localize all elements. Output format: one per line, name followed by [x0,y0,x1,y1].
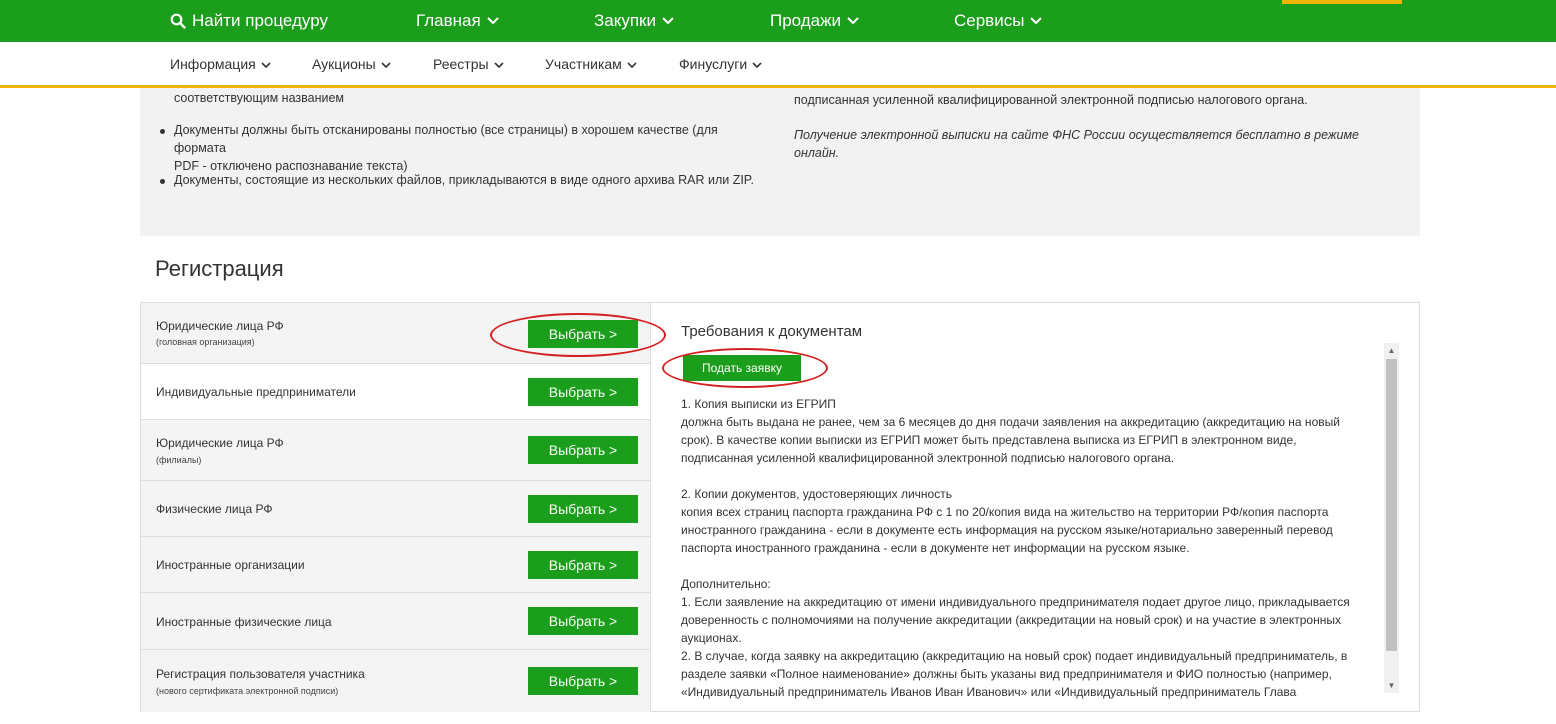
select-button[interactable]: Выбрать > [528,378,638,406]
topnav-item-sales[interactable]: Продажи [770,0,859,42]
select-button[interactable]: Выбрать > [528,667,638,695]
row-label: Иностранные организации [156,558,305,572]
req-line: копия всех страниц паспорта гражданина Р… [681,505,1329,519]
top-navigation-bar: Найти процедуру Главная Закупки Продажи … [0,0,1556,42]
req-line: 2. В случае, когда заявку на аккредитаци… [681,649,1348,663]
sub-navigation-bar: Информация Аукционы Реестры Участникам Ф… [0,42,1556,88]
req-line: доверенность с полномочиями на получение… [681,613,1341,627]
row-label: Юридические лица РФ [156,319,284,333]
registration-row-foreign-organizations: Иностранные организации Выбрать > [141,537,650,593]
find-procedure-label: Найти процедуру [192,11,328,30]
row-label: Регистрация пользователя участника [156,667,365,681]
row-sublabel: (филиалы) [156,455,202,465]
accent-strip [1282,0,1402,4]
topnav-label: Закупки [594,11,656,30]
chevron-down-icon [487,17,499,25]
scrollbar-thumb[interactable] [1386,359,1397,651]
registration-row-individual-entrepreneurs: Индивидуальные предприниматели Выбрать > [141,364,650,420]
submit-application-button[interactable]: Подать заявку [683,355,801,381]
bullet-dot [160,129,165,134]
req-line: должна быть выдана не ранее, чем за 6 ме… [681,415,1340,429]
chevron-down-icon [1030,17,1043,25]
chevron-down-icon [261,56,271,72]
subnav-label: Аукционы [312,55,376,72]
topnav-item-services[interactable]: Сервисы [954,0,1043,42]
topnav-item-purchases[interactable]: Закупки [594,0,674,42]
row-label: Индивидуальные предприниматели [156,385,356,399]
info-box: соответствующим названием Документы долж… [140,88,1420,236]
info-line: Документы должны быть отсканированы полн… [174,123,718,155]
info-right-partial: подписанная усиленной квалифицированной … [794,93,1308,107]
topnav-label: Продажи [770,11,841,30]
info-bullet-archive: Документы, состоящие из нескольких файло… [174,173,754,187]
chevron-down-icon [662,17,674,25]
topnav-label: Сервисы [954,11,1025,30]
info-bullet-scan: Документы должны быть отсканированы полн… [174,121,764,175]
subnav-item-auctions[interactable]: Аукционы [312,42,391,85]
info-right-note: Получение электронной выписки на сайте Ф… [794,128,1359,160]
select-button[interactable]: Выбрать > [528,551,638,579]
find-procedure-link[interactable]: Найти процедуру [170,0,328,42]
chevron-down-icon [381,56,391,72]
scroll-up-arrow-icon[interactable]: ▲ [1384,343,1399,358]
subnav-label: Реестры [433,55,489,72]
topnav-item-main[interactable]: Главная [416,0,499,42]
req-line: иностранного гражданина - если в докумен… [681,523,1333,537]
subnav-item-finservices[interactable]: Финуслуги [679,42,762,85]
registration-title: Регистрация [155,256,284,281]
req-line: подписанная усиленной квалифицированной … [681,451,1175,465]
registration-row-legal-head: Юридические лица РФ (головная организаци… [141,303,650,364]
req-heading: 2. Копии документов, удостоверяющих личн… [681,487,952,501]
chevron-down-icon [847,17,859,25]
req-line: срок). В качестве копии выписки из ЕГРИП… [681,433,1297,447]
registration-type-list: Юридические лица РФ (головная организаци… [140,302,651,712]
topnav-label: Главная [416,11,481,30]
bullet-dot [160,179,165,184]
select-button[interactable]: Выбрать > [528,436,638,464]
select-button[interactable]: Выбрать > [528,607,638,635]
req-heading: 1. Копия выписки из ЕГРИП [681,397,836,411]
registration-row-foreign-persons: Иностранные физические лица Выбрать > [141,593,650,650]
row-label: Физические лица РФ [156,502,273,516]
row-sublabel: (нового сертификата электронной подписи) [156,686,339,696]
search-icon [170,13,186,29]
req-heading: Дополнительно: [681,577,771,591]
req-line: паспорта иностранного гражданина - если … [681,541,1190,555]
subnav-item-registries[interactable]: Реестры [433,42,504,85]
req-line: «Индивидуальный предприниматель Иванов И… [681,685,1297,699]
req-line: аукционах. [681,631,742,645]
subnav-label: Участникам [545,55,622,72]
subnav-item-information[interactable]: Информация [170,42,271,85]
req-line: 1. Если заявление на аккредитацию от име… [681,595,1350,609]
requirements-scrollbar[interactable]: ▲ ▼ [1384,343,1399,693]
chevron-down-icon [493,56,504,72]
select-button[interactable]: Выбрать > [528,495,638,523]
subnav-item-participants[interactable]: Участникам [545,42,637,85]
requirements-panel: Требования к документам Подать заявку 1.… [650,302,1420,712]
requirements-text: 1. Копия выписки из ЕГРИП должна быть вы… [681,395,1361,701]
subnav-label: Финуслуги [679,55,748,72]
info-partial-text: соответствующим названием [174,91,344,105]
req-line: разделе заявки «Полное наименование» дол… [681,667,1332,681]
chevron-down-icon [752,56,762,72]
registration-row-user-participant: Регистрация пользователя участника (ново… [141,650,650,712]
registration-row-legal-branches: Юридические лица РФ (филиалы) Выбрать > [141,420,650,481]
select-button[interactable]: Выбрать > [528,320,638,348]
scroll-down-arrow-icon[interactable]: ▼ [1384,678,1399,693]
requirements-title: Требования к документам [681,323,863,340]
row-sublabel: (головная организация) [156,337,255,347]
chevron-down-icon [627,56,637,72]
registration-row-natural-persons: Физические лица РФ Выбрать > [141,481,650,537]
row-label: Юридические лица РФ [156,436,284,450]
row-label: Иностранные физические лица [156,615,332,629]
subnav-label: Информация [170,55,256,72]
